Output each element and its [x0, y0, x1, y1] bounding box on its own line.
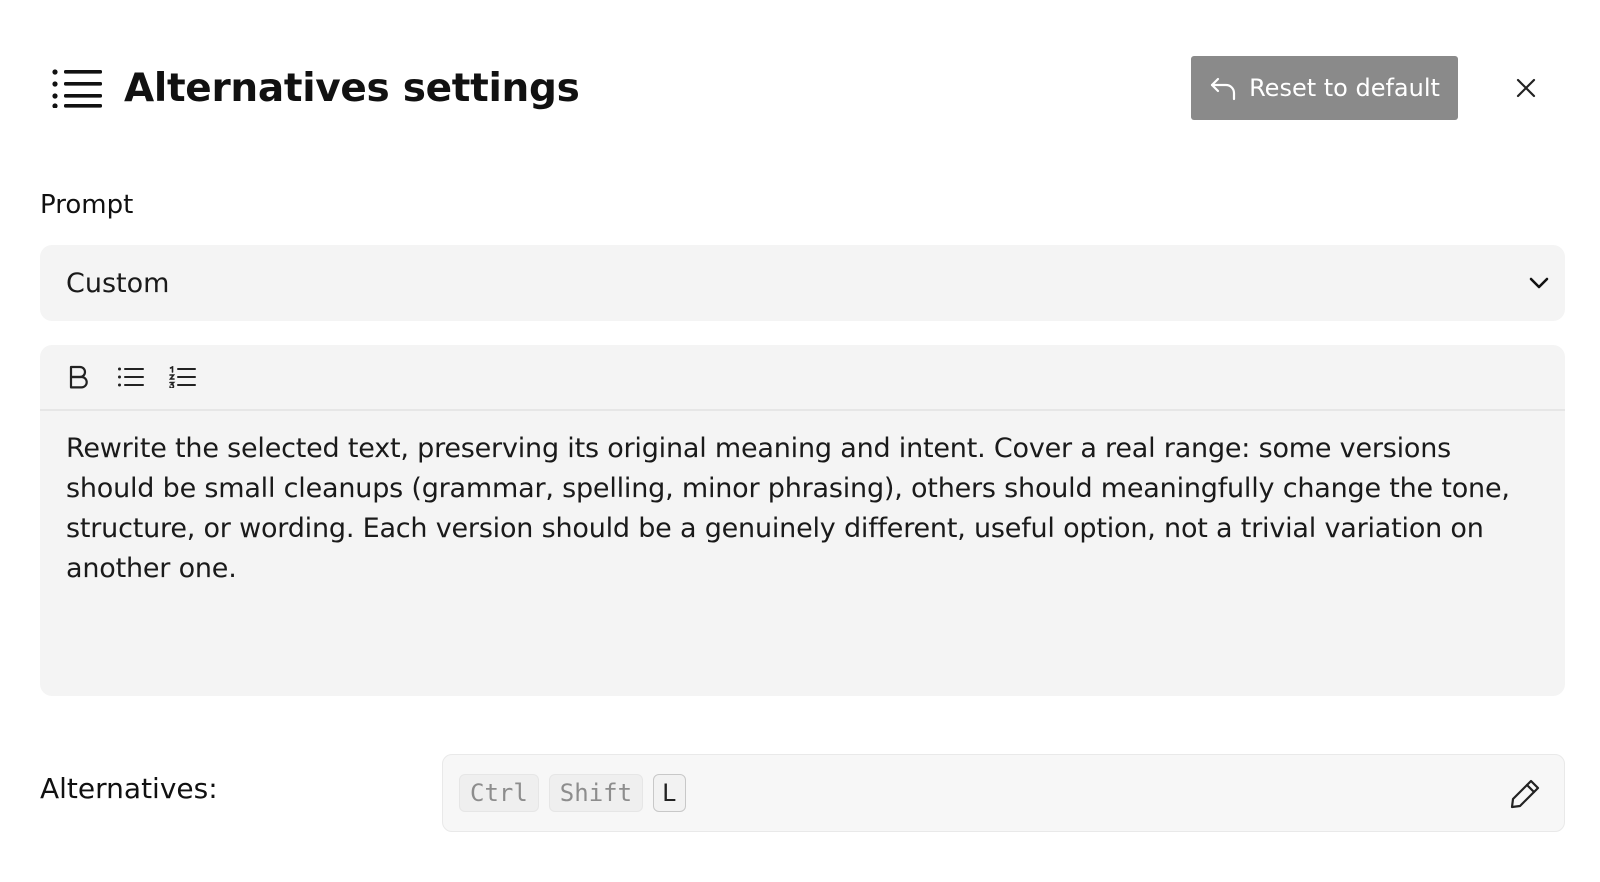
close-button[interactable]: [1510, 72, 1542, 104]
close-icon: [1516, 78, 1536, 98]
page-title: Alternatives settings: [124, 65, 580, 111]
key-l: L: [653, 774, 686, 812]
prompt-label: Prompt: [40, 190, 134, 220]
pencil-icon: [1510, 779, 1540, 809]
prompt-editor: Rewrite the selected text, preserving it…: [40, 345, 1565, 696]
shortcut-field[interactable]: Ctrl Shift L: [442, 754, 1565, 832]
dialog-header: Alternatives settings: [52, 56, 580, 120]
numbered-list-button[interactable]: [168, 362, 198, 392]
bold-icon: [69, 365, 88, 389]
edit-shortcut-button[interactable]: [1508, 777, 1542, 811]
bold-button[interactable]: [64, 362, 94, 392]
prompt-select-value: Custom: [66, 267, 170, 299]
reset-button-label: Reset to default: [1249, 74, 1440, 102]
key-shift: Shift: [548, 774, 644, 812]
bullet-list-icon: [118, 367, 144, 387]
prompt-text-area[interactable]: Rewrite the selected text, preserving it…: [40, 411, 1565, 589]
editor-toolbar: [40, 345, 1565, 411]
prompt-select[interactable]: Custom: [40, 245, 1565, 321]
key-ctrl: Ctrl: [459, 774, 539, 812]
undo-arrow-icon: [1210, 77, 1236, 101]
shortcut-label: Alternatives:: [40, 772, 218, 805]
numbered-list-icon: [169, 366, 196, 388]
bullet-list-button[interactable]: [116, 362, 146, 392]
chevron-down-icon: [1529, 277, 1549, 289]
reset-to-default-button[interactable]: Reset to default: [1191, 56, 1458, 120]
list-icon: [52, 69, 102, 108]
alternatives-settings-dialog: Alternatives settings Reset to default P…: [0, 0, 1600, 882]
